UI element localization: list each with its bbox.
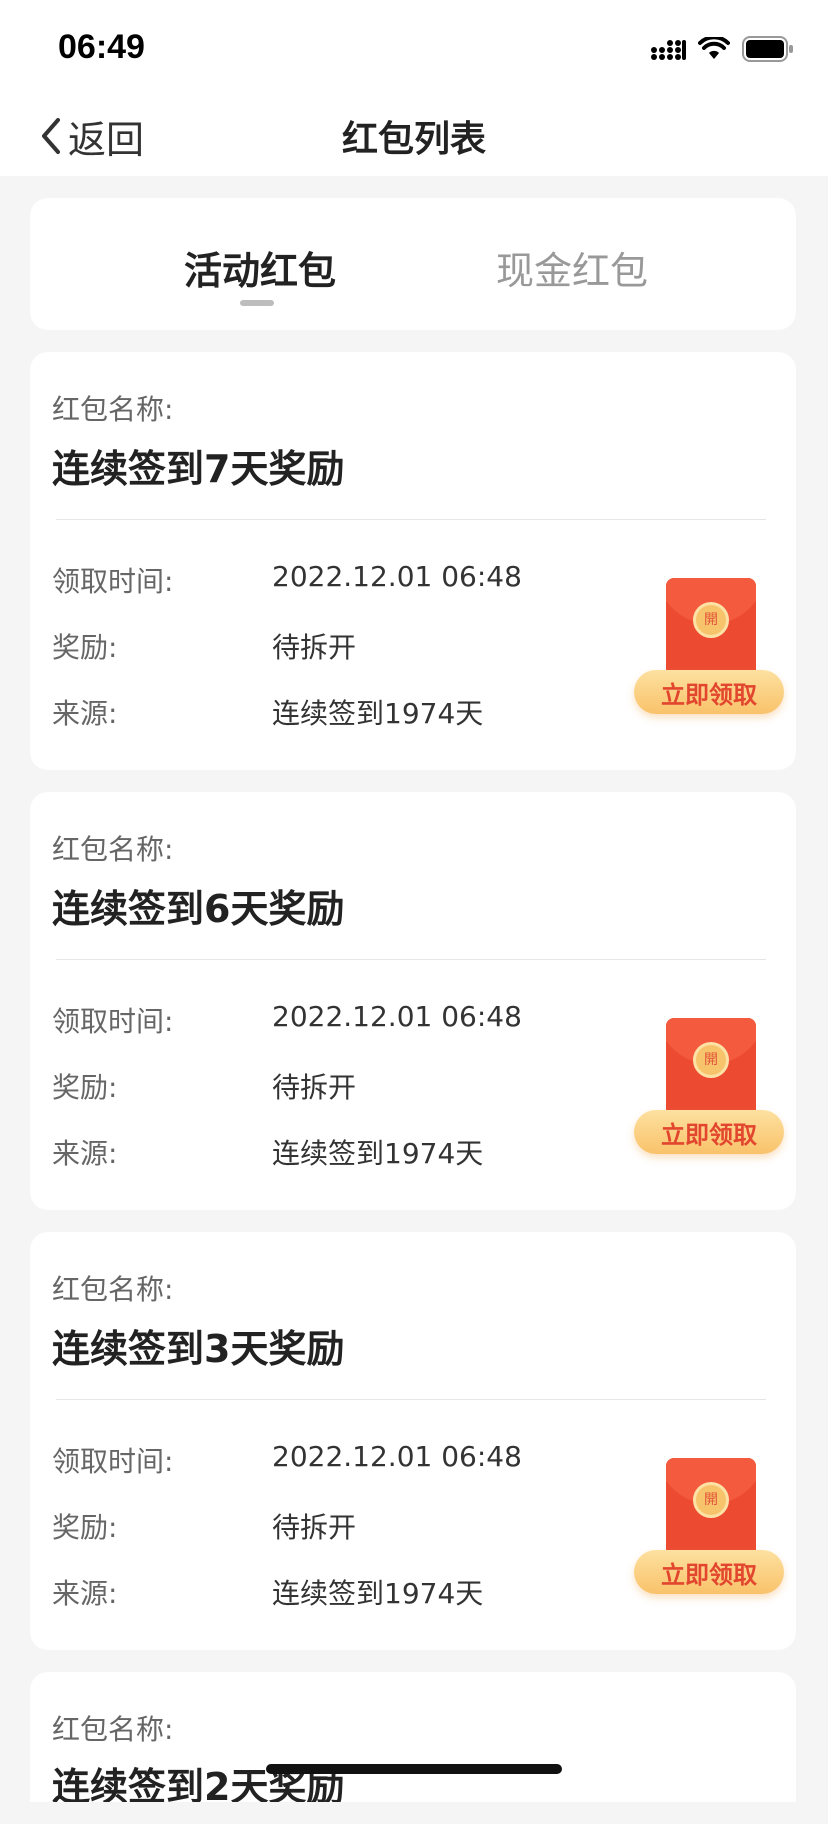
envelope-seal: 開 <box>693 1482 729 1518</box>
time-label: 领取时间: <box>52 565 174 598</box>
page-title: 红包列表 <box>341 119 486 160</box>
source-label: 来源: <box>52 1577 118 1610</box>
red-packet-card: 红包名称: 连续签到3天奖励 领取时间: 2022.12.01 06:48 奖励… <box>30 1232 796 1650</box>
wifi-icon <box>698 37 730 59</box>
red-packet-card: 红包名称: 连续签到2天奖励 <box>30 1672 796 1802</box>
divider <box>56 519 766 520</box>
claim-now-button[interactable]: 立即领取 <box>634 1110 784 1154</box>
reward-value: 待拆开 <box>272 1511 357 1544</box>
source-label: 来源: <box>52 697 118 730</box>
home-indicator <box>266 1764 562 1774</box>
red-packet-card: 红包名称: 连续签到6天奖励 领取时间: 2022.12.01 06:48 奖励… <box>30 792 796 1210</box>
time-label: 领取时间: <box>52 1005 174 1038</box>
red-packet-card: 红包名称: 连续签到7天奖励 领取时间: 2022.12.01 06:48 奖励… <box>30 352 796 770</box>
name-label: 红包名称: <box>52 1713 174 1746</box>
divider <box>56 1399 766 1400</box>
reward-label: 奖励: <box>52 1071 118 1104</box>
source-value: 连续签到1974天 <box>272 1137 484 1170</box>
claim-time-value: 2022.12.01 06:48 <box>272 1440 522 1473</box>
claim-time-value: 2022.12.01 06:48 <box>272 1000 522 1033</box>
red-envelope-icon: 開 <box>666 578 756 680</box>
tabs-card: 活动红包 现金红包 <box>30 198 796 330</box>
red-envelope-icon: 開 <box>666 1018 756 1120</box>
red-packet-name: 连续签到3天奖励 <box>52 1327 345 1371</box>
reward-value: 待拆开 <box>272 631 357 664</box>
name-label: 红包名称: <box>52 393 174 426</box>
name-label: 红包名称: <box>52 1273 174 1306</box>
red-packet-name: 连续签到6天奖励 <box>52 887 345 931</box>
status-icons <box>650 36 794 62</box>
reward-label: 奖励: <box>52 631 118 664</box>
cellular-signal-icon <box>651 40 686 60</box>
battery-icon <box>742 36 793 62</box>
envelope-seal: 開 <box>693 602 729 638</box>
source-label: 来源: <box>52 1137 118 1170</box>
reward-value: 待拆开 <box>272 1071 357 1104</box>
tab-cash-red-packet[interactable]: 现金红包 <box>496 240 648 295</box>
divider <box>56 959 766 960</box>
reward-label: 奖励: <box>52 1511 118 1544</box>
active-tab-indicator <box>240 300 274 306</box>
source-value: 连续签到1974天 <box>272 1577 484 1610</box>
red-packet-list: 红包名称: 连续签到7天奖励 领取时间: 2022.12.01 06:48 奖励… <box>30 352 796 1824</box>
red-packet-name: 连续签到7天奖励 <box>52 447 345 491</box>
claim-now-button[interactable]: 立即领取 <box>634 1550 784 1594</box>
red-envelope-icon: 開 <box>666 1458 756 1560</box>
source-value: 连续签到1974天 <box>272 697 484 730</box>
red-packet-name: 连续签到2天奖励 <box>52 1765 345 1802</box>
claim-time-value: 2022.12.01 06:48 <box>272 560 522 593</box>
tab-activity-red-packet[interactable]: 活动红包 <box>184 240 336 295</box>
nav-bar: 返回 红包列表 <box>0 96 828 176</box>
status-bar: 06:49 <box>0 0 828 96</box>
claim-now-button[interactable]: 立即领取 <box>634 670 784 714</box>
envelope-seal: 開 <box>693 1042 729 1078</box>
status-time: 06:49 <box>58 28 145 66</box>
name-label: 红包名称: <box>52 833 174 866</box>
time-label: 领取时间: <box>52 1445 174 1478</box>
